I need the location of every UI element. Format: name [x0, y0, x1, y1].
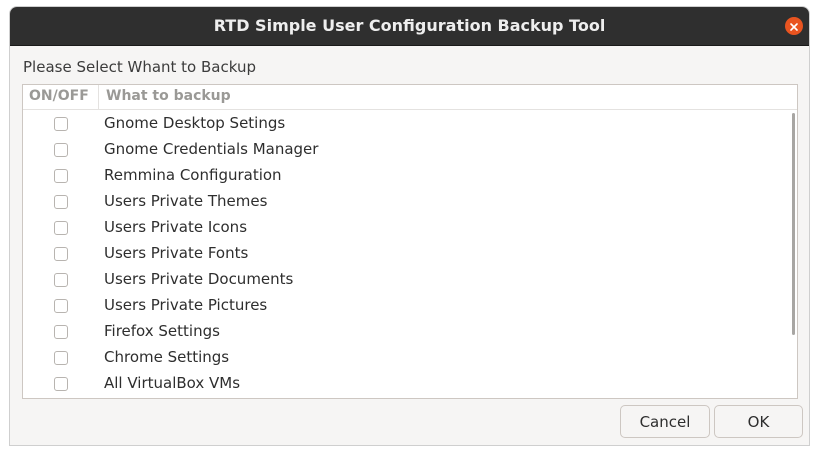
column-header-onoff[interactable]: ON/OFF: [29, 88, 89, 104]
list-item[interactable]: Firefox Settings: [23, 319, 787, 345]
list-item-label: Chrome Settings: [104, 348, 230, 366]
list-item-label: Users Private Icons: [104, 218, 248, 236]
backup-checkbox[interactable]: [54, 273, 68, 287]
list-item-label: Users Private Documents: [104, 270, 294, 288]
backup-checkbox[interactable]: [54, 195, 68, 209]
list-item-label: Users Private Themes: [104, 192, 268, 210]
list-item[interactable]: Users Private Pictures: [23, 293, 787, 319]
backup-checkbox[interactable]: [54, 351, 68, 365]
title-bar[interactable]: RTD Simple User Configuration Backup Too…: [10, 7, 809, 46]
list-item[interactable]: Users Private Themes: [23, 189, 787, 215]
column-separator: [98, 85, 99, 109]
list-item-label: Gnome Desktop Setings: [104, 114, 286, 132]
list-rows: Gnome Desktop Setings Gnome Credentials M…: [23, 111, 787, 397]
close-button[interactable]: [785, 17, 803, 35]
list-item-label: Firefox Settings: [104, 322, 220, 340]
ok-button[interactable]: OK: [714, 405, 803, 438]
list-item[interactable]: Gnome Desktop Setings: [23, 111, 787, 137]
list-item[interactable]: Remmina Configuration: [23, 163, 787, 189]
list-item[interactable]: Users Private Fonts: [23, 241, 787, 267]
cancel-button[interactable]: Cancel: [620, 405, 710, 438]
list-item[interactable]: Chrome Settings: [23, 345, 787, 371]
list-item-label: Remmina Configuration: [104, 166, 282, 184]
window-title: RTD Simple User Configuration Backup Too…: [213, 16, 606, 35]
backup-list: ON/OFF What to backup Gnome Desktop Seti…: [22, 84, 798, 399]
backup-checkbox[interactable]: [54, 221, 68, 235]
column-header-what[interactable]: What to backup: [106, 88, 231, 104]
list-item[interactable]: Gnome Credentials Manager: [23, 137, 787, 163]
prompt-label: Please Select Whant to Backup: [23, 58, 256, 76]
vertical-scrollbar[interactable]: [792, 113, 795, 335]
list-item[interactable]: All VirtualBox VMs: [23, 371, 787, 397]
list-item[interactable]: Users Private Documents: [23, 267, 787, 293]
backup-checkbox[interactable]: [54, 325, 68, 339]
list-item-label: All VirtualBox VMs: [104, 374, 241, 392]
list-item-label: Users Private Pictures: [104, 296, 268, 314]
list-header: ON/OFF What to backup: [23, 85, 797, 110]
backup-checkbox[interactable]: [54, 117, 68, 131]
backup-checkbox[interactable]: [54, 247, 68, 261]
close-icon: [789, 17, 799, 36]
list-item-label: Users Private Fonts: [104, 244, 249, 262]
list-item[interactable]: Users Private Icons: [23, 215, 787, 241]
backup-checkbox[interactable]: [54, 143, 68, 157]
list-item-label: Gnome Credentials Manager: [104, 140, 319, 158]
dialog-window: RTD Simple User Configuration Backup Too…: [9, 6, 810, 446]
backup-checkbox[interactable]: [54, 169, 68, 183]
backup-checkbox[interactable]: [54, 299, 68, 313]
backup-checkbox[interactable]: [54, 377, 68, 391]
